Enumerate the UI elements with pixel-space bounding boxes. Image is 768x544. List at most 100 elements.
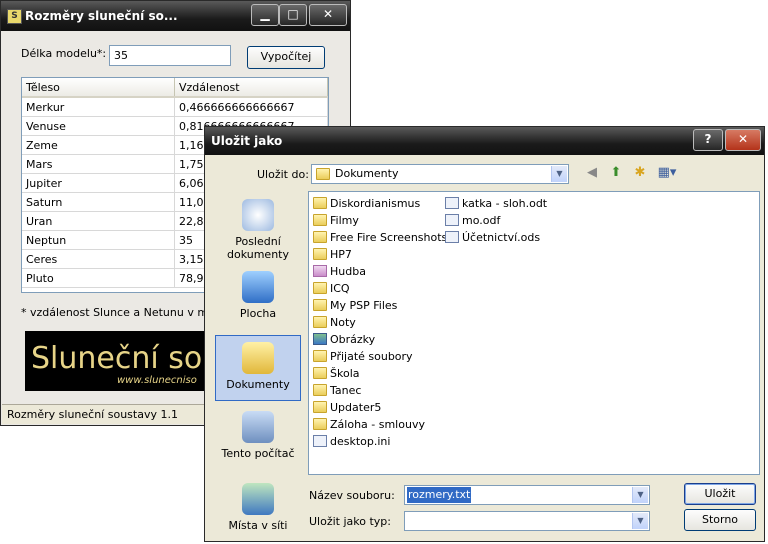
file-item[interactable]: Účetnictví.ods	[445, 230, 540, 246]
folder-icon	[313, 197, 327, 209]
folder-item[interactable]: Záloha - smlouvy	[313, 417, 425, 433]
up-folder-icon[interactable]: ⬆	[607, 164, 625, 182]
folder-item[interactable]: Škola	[313, 366, 360, 382]
app-icon: S	[7, 9, 22, 24]
place-computer-label: Tento počítač	[221, 447, 295, 460]
file-name: Hudba	[330, 265, 366, 278]
file-name: My PSP Files	[330, 299, 398, 312]
folder-item[interactable]: ICQ	[313, 281, 350, 297]
file-name: desktop.ini	[330, 435, 391, 448]
main-titlebar[interactable]: S Rozměry sluneční so... ▁ □ ✕	[1, 1, 350, 31]
file-name: Noty	[330, 316, 356, 329]
folder-item[interactable]: Diskordianismus	[313, 196, 420, 212]
folder-icon	[313, 418, 327, 430]
network-places-icon	[242, 483, 274, 515]
document-icon	[445, 231, 459, 243]
folder-icon	[313, 401, 327, 413]
place-documents[interactable]: Dokumenty	[215, 335, 301, 401]
col-header-body[interactable]: Těleso	[22, 78, 175, 98]
folder-item[interactable]: Tanec	[313, 383, 361, 399]
file-item[interactable]: Obrázky	[313, 332, 375, 348]
dialog-title: Uložit jako	[211, 134, 283, 148]
file-name: Updater5	[330, 401, 382, 414]
file-name: HP7	[330, 248, 352, 261]
cancel-button[interactable]: Storno	[684, 509, 756, 531]
save-in-dropdown[interactable]: Dokumenty ▼	[311, 164, 569, 184]
folder-item[interactable]: HP7	[313, 247, 352, 263]
file-name: Filmy	[330, 214, 359, 227]
folder-icon	[313, 248, 327, 260]
save-button[interactable]: Uložit	[684, 483, 756, 505]
save-in-value: Dokumenty	[335, 167, 399, 180]
compute-button[interactable]: Vypočítej	[247, 46, 325, 69]
folder-item[interactable]: Noty	[313, 315, 356, 331]
chevron-down-icon[interactable]: ▼	[632, 513, 648, 529]
distance-cell: 0,466666666666667	[174, 97, 328, 117]
body-name-cell: Pluto	[22, 268, 175, 288]
file-item[interactable]: mo.odf	[445, 213, 500, 229]
folder-item[interactable]: Updater5	[313, 400, 381, 416]
close-button[interactable]: ✕	[309, 4, 347, 26]
file-name: Tanec	[330, 384, 362, 397]
save-in-label: Uložit do:	[257, 168, 309, 181]
place-network-label: Místa v síti	[228, 519, 288, 532]
dialog-titlebar[interactable]: Uložit jako ? ✕	[205, 127, 764, 155]
places-bar: Poslední dokumenty Plocha Dokumenty Tent…	[215, 193, 301, 537]
my-documents-icon	[242, 342, 274, 374]
view-menu-icon[interactable]: ▦▾	[655, 164, 679, 182]
new-folder-icon[interactable]: ✱	[631, 164, 649, 182]
place-network[interactable]: Místa v síti	[215, 477, 301, 535]
file-name: Účetnictví.ods	[462, 231, 541, 244]
model-length-input[interactable]: 35	[109, 45, 231, 66]
folder-item[interactable]: My PSP Files	[313, 298, 397, 314]
my-computer-icon	[242, 411, 274, 443]
file-name: mo.odf	[462, 214, 501, 227]
music-folder-icon	[313, 265, 327, 277]
filetype-dropdown[interactable]: ▼	[404, 511, 650, 531]
back-icon[interactable]: ◀	[583, 164, 601, 182]
body-name-cell: Saturn	[22, 192, 175, 212]
chevron-down-icon[interactable]: ▼	[632, 487, 648, 503]
folder-icon	[313, 214, 327, 226]
maximize-button[interactable]: □	[279, 4, 307, 26]
save-as-dialog: Uložit jako ? ✕ Uložit do: Dokumenty ▼ ◀…	[204, 126, 765, 542]
folder-icon	[313, 231, 327, 243]
help-button[interactable]: ?	[693, 129, 723, 151]
file-name: Diskordianismus	[330, 197, 421, 210]
file-name: Obrázky	[330, 333, 376, 346]
folder-item[interactable]: Free Fire Screenshots	[313, 230, 447, 246]
folder-icon	[313, 316, 327, 328]
file-item[interactable]: Hudba	[313, 264, 366, 280]
folder-item[interactable]: Filmy	[313, 213, 359, 229]
folder-icon	[313, 282, 327, 294]
table-row[interactable]: Merkur 0,466666666666667	[22, 97, 328, 117]
place-computer[interactable]: Tento počítač	[215, 405, 301, 471]
place-recent[interactable]: Poslední dokumenty	[215, 193, 301, 261]
file-name: ICQ	[330, 282, 350, 295]
main-window-title: Rozměry sluneční so...	[25, 9, 178, 23]
filename-value: rozmery.txt	[407, 487, 472, 503]
filename-input[interactable]: rozmery.txt ▼	[404, 485, 650, 505]
file-item[interactable]: katka - sloh.odt	[445, 196, 547, 212]
pictures-folder-icon	[313, 333, 327, 345]
minimize-button[interactable]: ▁	[251, 4, 279, 26]
file-name: Free Fire Screenshots	[330, 231, 448, 244]
dialog-close-button[interactable]: ✕	[725, 129, 761, 151]
body-name-cell: Venuse	[22, 116, 175, 136]
status-text: Rozměry sluneční soustavy 1.1	[7, 408, 178, 421]
folder-icon	[313, 299, 327, 311]
folder-icon	[313, 384, 327, 396]
document-icon	[313, 435, 327, 447]
filetype-label: Uložit jako typ:	[309, 515, 391, 528]
chevron-down-icon[interactable]: ▼	[551, 166, 567, 182]
col-header-distance[interactable]: Vzdálenost	[174, 78, 328, 98]
body-name-cell: Jupiter	[22, 173, 175, 193]
folder-item[interactable]: Přijaté soubory	[313, 349, 413, 365]
place-desktop[interactable]: Plocha	[215, 265, 301, 323]
banner-url: www.slunecniso	[117, 375, 197, 386]
file-list[interactable]: Diskordianismus Filmy Free Fire Screenshot…	[308, 191, 760, 475]
place-desktop-label: Plocha	[239, 307, 277, 320]
file-item[interactable]: desktop.ini	[313, 434, 390, 450]
place-recent-label: Poslední dokumenty	[227, 235, 289, 261]
file-name: Záloha - smlouvy	[330, 418, 425, 431]
